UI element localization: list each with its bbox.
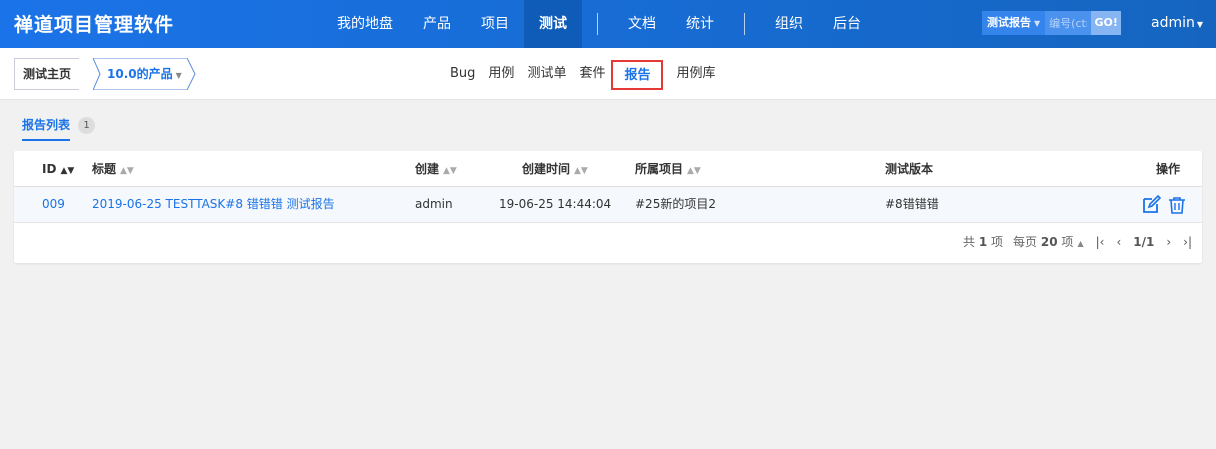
user-menu[interactable]: admin ▼ bbox=[1151, 15, 1203, 31]
sort-icon: ▲▼ bbox=[120, 166, 134, 176]
nav-item-doc[interactable]: 文档 bbox=[613, 0, 671, 48]
column-label: 标题 bbox=[92, 162, 117, 176]
module-tab-report[interactable]: 报告 bbox=[611, 60, 664, 90]
pager-page-indicator: 1/1 bbox=[1133, 234, 1155, 249]
nav-item-my[interactable]: 我的地盘 bbox=[322, 0, 408, 48]
next-page-icon[interactable]: › bbox=[1166, 235, 1171, 249]
column-label: 创建 bbox=[415, 162, 440, 176]
nav-item-admin[interactable]: 后台 bbox=[818, 0, 876, 48]
sort-icon: ▲▼ bbox=[443, 166, 457, 176]
module-tab-case[interactable]: 用例 bbox=[488, 60, 527, 90]
row-created-time: 19-06-25 14:44:04 bbox=[499, 197, 612, 211]
row-build: #8错错错 bbox=[885, 197, 939, 211]
nav-item-project[interactable]: 项目 bbox=[466, 0, 524, 48]
column-label: ID bbox=[42, 162, 57, 176]
sort-icon: ▲▼ bbox=[687, 166, 701, 176]
chevron-up-icon: ▲ bbox=[1077, 239, 1084, 248]
delete-icon[interactable] bbox=[1167, 195, 1187, 215]
row-id[interactable]: 009 bbox=[42, 187, 65, 222]
column-header-creator[interactable]: 创建 ▲▼ bbox=[415, 151, 457, 187]
column-label: 创建时间 bbox=[522, 162, 571, 176]
user-name: admin bbox=[1151, 15, 1195, 31]
search-type-dropdown[interactable]: 测试报告 ▼ bbox=[982, 11, 1046, 35]
chevron-down-icon: ▼ bbox=[1196, 20, 1204, 29]
column-header-title[interactable]: 标题 ▲▼ bbox=[92, 151, 134, 187]
module-tab-caselib[interactable]: 用例库 bbox=[676, 60, 728, 90]
row-title-link[interactable]: 2019-06-25 TESTTASK#8 错错错 测试报告 bbox=[92, 187, 335, 222]
pager-total-suffix: 项 bbox=[991, 235, 1004, 249]
row-project: #25新的项目2 bbox=[635, 197, 716, 211]
column-header-actions: 操作 bbox=[1156, 162, 1181, 176]
search-type-label: 测试报告 bbox=[987, 16, 1031, 29]
nav-divider bbox=[744, 13, 745, 35]
column-header-build: 测试版本 bbox=[885, 162, 934, 176]
report-list-tab[interactable]: 报告列表 bbox=[22, 117, 71, 141]
pager-total-prefix: 共 bbox=[963, 235, 976, 249]
global-search: 测试报告▼ GO! bbox=[982, 11, 1122, 35]
nav-item-product[interactable]: 产品 bbox=[408, 0, 466, 48]
nav-divider bbox=[597, 13, 598, 35]
column-label: 所属项目 bbox=[635, 162, 684, 176]
module-tab-bug[interactable]: Bug bbox=[450, 60, 488, 90]
search-go-button[interactable]: GO! bbox=[1091, 11, 1122, 35]
chevron-down-icon: ▼ bbox=[175, 71, 182, 80]
column-header-created-time[interactable]: 创建时间 ▲▼ bbox=[522, 151, 588, 187]
pager-per-page-prefix: 每页 bbox=[1013, 235, 1038, 249]
last-page-icon[interactable]: ›| bbox=[1183, 235, 1192, 249]
first-page-icon[interactable]: |‹ bbox=[1096, 235, 1105, 249]
breadcrumb-test-home[interactable]: 测试主页 bbox=[14, 58, 80, 90]
nav-item-test[interactable]: 测试 bbox=[524, 0, 582, 48]
prev-page-icon[interactable]: ‹ bbox=[1116, 235, 1121, 249]
report-table-panel: ID ▲▼ 标题 ▲▼ 创建 ▲▼ 创建时间 ▲▼ 所属项目 ▲▼ 测试版本 操作 009… bbox=[14, 151, 1202, 263]
pager-total: 1 bbox=[978, 234, 988, 249]
module-nav: Bug 用例 测试单 套件 报告 用例库 bbox=[450, 60, 729, 90]
product-name: 10.0的产品 bbox=[107, 67, 173, 81]
main-nav: 我的地盘 产品 项目 测试 文档 统计 组织 后台 bbox=[322, 0, 876, 48]
pager-per-page-dropdown[interactable]: 每页 20 项 ▲ bbox=[1013, 233, 1084, 250]
search-input[interactable] bbox=[1045, 11, 1092, 35]
sort-icon: ▲▼ bbox=[60, 166, 75, 176]
column-header-id[interactable]: ID ▲▼ bbox=[42, 151, 74, 187]
module-tab-testtask[interactable]: 测试单 bbox=[527, 60, 579, 90]
nav-item-company[interactable]: 组织 bbox=[760, 0, 818, 48]
column-header-project[interactable]: 所属项目 ▲▼ bbox=[635, 151, 701, 187]
table-header: ID ▲▼ 标题 ▲▼ 创建 ▲▼ 创建时间 ▲▼ 所属项目 ▲▼ 测试版本 操作 bbox=[14, 151, 1202, 187]
table-row: 009 2019-06-25 TESTTASK#8 错错错 测试报告 admin… bbox=[14, 187, 1202, 223]
row-creator: admin bbox=[415, 197, 453, 211]
pager-per-page-suffix: 项 bbox=[1061, 235, 1074, 249]
report-count-badge: 1 bbox=[78, 117, 95, 134]
pagination: 共 1 项 每页 20 项 ▲ |‹ ‹ 1/1 › ›| bbox=[963, 233, 1192, 250]
product-switcher-label: 10.0的产品 ▼ bbox=[107, 58, 182, 90]
row-actions bbox=[1141, 194, 1187, 215]
sub-navbar: 测试主页 10.0的产品 ▼ Bug 用例 测试单 套件 报告 用例库 bbox=[0, 48, 1216, 100]
edit-icon[interactable] bbox=[1141, 194, 1162, 215]
pager-per-page: 20 bbox=[1040, 235, 1058, 249]
sort-icon: ▲▼ bbox=[574, 166, 588, 176]
app-brand[interactable]: 禅道项目管理软件 bbox=[14, 10, 174, 37]
top-navbar: 禅道项目管理软件 我的地盘 产品 项目 测试 文档 统计 组织 后台 测试报告 ▼… bbox=[0, 0, 1216, 48]
chevron-down-icon: ▼ bbox=[1034, 19, 1041, 28]
nav-item-report[interactable]: 统计 bbox=[671, 0, 729, 48]
